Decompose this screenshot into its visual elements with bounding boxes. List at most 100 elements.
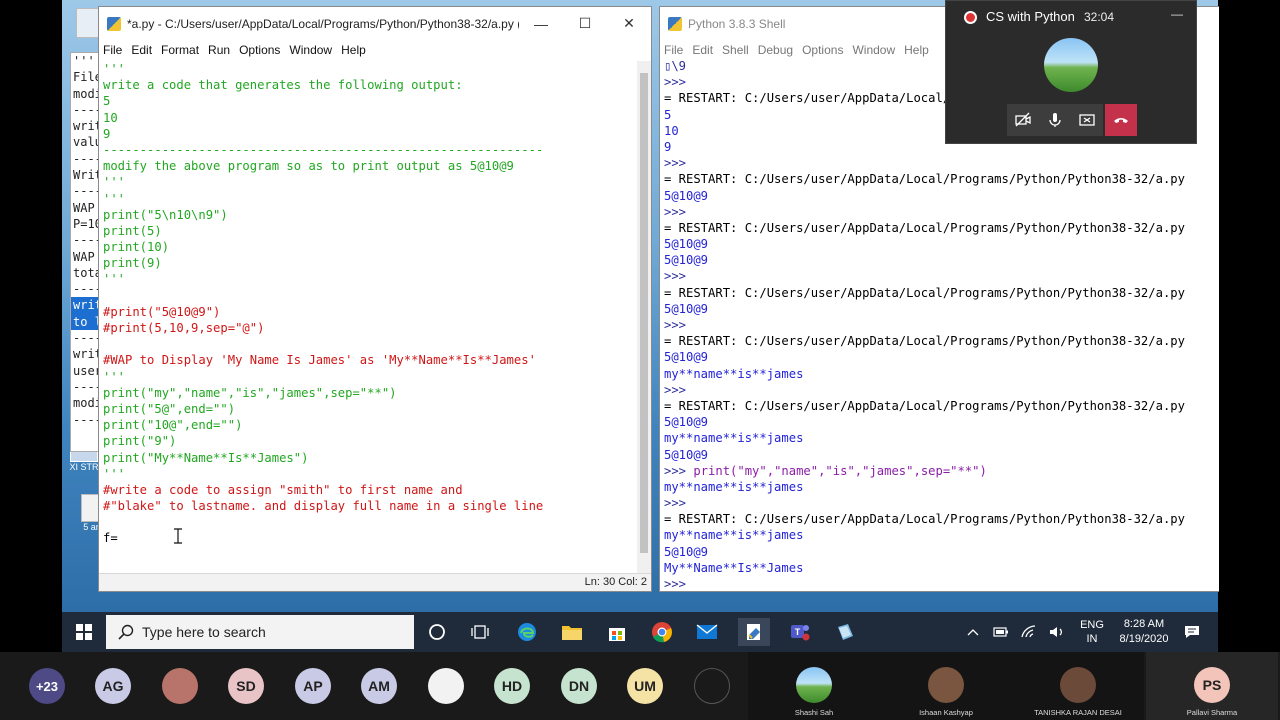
participant-avatar[interactable]: DN <box>561 668 597 704</box>
background-editor-line: WAP <box>73 249 102 264</box>
svg-text:T: T <box>795 627 801 637</box>
participant-video-tile[interactable]: TANISHKA RAJAN DESAI <box>1012 652 1144 720</box>
text-cursor-icon <box>173 528 183 544</box>
participant-photo[interactable] <box>162 668 198 704</box>
participant-video-tile[interactable]: Ishaan Kashyap <box>880 652 1012 720</box>
editor-code-line: f= <box>103 531 118 546</box>
language-indicator[interactable]: ENG IN <box>1075 612 1109 652</box>
mail-icon <box>696 624 718 639</box>
participant-video-tile[interactable]: PS Pallavi Sharma <box>1146 652 1278 720</box>
cortana-icon <box>429 624 445 640</box>
participant-avatar[interactable]: AG <box>95 668 131 704</box>
menu-help[interactable]: Help <box>341 43 366 57</box>
shell-output-line: = RESTART: C:/Users/user/AppData/Local/P… <box>664 220 1185 235</box>
hang-up-button[interactable] <box>1105 104 1137 136</box>
menu-edit[interactable]: Edit <box>131 43 152 57</box>
editor-window[interactable]: *a.py - C:/Users/user/AppData/Local/Prog… <box>98 6 652 592</box>
background-editor-line: valu <box>73 135 102 150</box>
shell-output-line: 5@10@9 <box>664 253 709 268</box>
meeting-title: CS with Python <box>986 9 1075 24</box>
volume-button[interactable] <box>1046 612 1068 652</box>
start-button[interactable] <box>62 612 106 652</box>
editor-title: *a.py - C:/Users/user/AppData/Local/Prog… <box>127 16 519 31</box>
menu-file[interactable]: File <box>103 43 122 57</box>
edge-button[interactable] <box>513 618 541 646</box>
background-editor-line: ---- <box>73 151 102 166</box>
menu-help[interactable]: Help <box>904 43 929 57</box>
menu-run[interactable]: Run <box>208 43 230 57</box>
participant-photo[interactable] <box>694 668 730 704</box>
taskbar-search-box[interactable]: Type here to search <box>106 615 414 649</box>
menu-debug[interactable]: Debug <box>758 43 793 57</box>
minimize-button[interactable]: — <box>519 7 563 40</box>
python-file-icon <box>107 16 121 31</box>
maximize-button[interactable]: ☐ <box>563 7 607 40</box>
background-editor-line: writ <box>73 119 102 134</box>
editor-scrollbar[interactable] <box>637 61 651 575</box>
participant-avatar[interactable]: HD <box>494 668 530 704</box>
participant-avatar[interactable]: SD <box>228 668 264 704</box>
share-screen-button[interactable] <box>1071 104 1103 136</box>
action-center-button[interactable] <box>1178 612 1206 652</box>
shell-output-line: 5@10@9 <box>664 350 709 365</box>
clock-time: 8:28 AM <box>1123 618 1165 630</box>
store-button[interactable] <box>603 618 631 646</box>
participant-avatar[interactable]: AM <box>361 668 397 704</box>
participants-overflow[interactable]: +23 <box>29 668 65 704</box>
microphone-button[interactable] <box>1039 104 1071 136</box>
editor-code-line: 5 <box>103 94 111 109</box>
menu-options[interactable]: Options <box>802 43 843 57</box>
editor-code-line <box>103 336 543 352</box>
screen: XI STR 5 an ''' File modi ---- writ valu ---- W… <box>0 0 1280 720</box>
clock[interactable]: 8:28 AM 8/19/2020 <box>1113 612 1175 652</box>
background-editor-line: ---- <box>73 102 102 117</box>
editor-code-line: 10 <box>103 110 118 125</box>
python-shell-icon <box>668 16 682 31</box>
participant-avatar[interactable]: AP <box>295 668 331 704</box>
editor-code-line: print("10@",end="") <box>103 418 243 433</box>
camera-off-button[interactable] <box>1007 104 1039 136</box>
participant-initials: DN <box>568 678 590 694</box>
scrollbar-thumb[interactable] <box>640 73 648 553</box>
idle-taskbar-button[interactable] <box>738 618 770 646</box>
editor-code-area[interactable]: ''' write a code that generates the follo… <box>103 61 543 547</box>
cortana-button[interactable] <box>423 618 451 646</box>
menu-shell[interactable]: Shell <box>722 43 749 57</box>
shell-prompt: >>> <box>664 463 694 478</box>
minimize-icon[interactable]: — <box>1171 7 1183 21</box>
python-shell-taskbar-button[interactable] <box>829 618 861 646</box>
battery-button[interactable] <box>990 612 1012 652</box>
participant-avatar: PS <box>1194 667 1230 703</box>
participant-avatar[interactable]: UM <box>627 668 663 704</box>
task-view-button[interactable] <box>466 618 494 646</box>
menu-edit[interactable]: Edit <box>692 43 713 57</box>
wifi-button[interactable] <box>1018 612 1040 652</box>
editor-code-line: ''' <box>103 175 126 190</box>
teams-button[interactable]: T <box>784 618 816 646</box>
hang-up-icon <box>1114 118 1128 123</box>
editor-titlebar[interactable]: *a.py - C:/Users/user/AppData/Local/Prog… <box>99 7 651 40</box>
menu-window[interactable]: Window <box>289 43 332 57</box>
participant-video-tile[interactable]: Shashi Sah <box>748 652 880 720</box>
participant-photo <box>796 667 832 703</box>
file-explorer-button[interactable] <box>558 618 586 646</box>
participant-photo[interactable] <box>428 668 464 704</box>
menu-file[interactable]: File <box>664 43 683 57</box>
menu-window[interactable]: Window <box>852 43 895 57</box>
participant-photo <box>1060 667 1096 703</box>
shell-output-line: >>> <box>664 382 687 397</box>
chrome-button[interactable] <box>648 618 676 646</box>
menu-options[interactable]: Options <box>239 43 280 57</box>
menu-format[interactable]: Format <box>161 43 199 57</box>
background-editor-line: modi <box>73 86 102 101</box>
show-hidden-icons-button[interactable] <box>962 612 984 652</box>
editor-menubar: File Edit Format Run Options Window Help <box>99 40 651 60</box>
left-letterbox <box>0 0 62 612</box>
shell-output-line: = RESTART: C:/Users/user/AppData/Local/P… <box>664 172 1185 187</box>
mail-button[interactable] <box>693 618 721 646</box>
meeting-call-panel[interactable]: CS with Python 32:04 — <box>945 0 1197 144</box>
stop-share-icon <box>1079 114 1095 126</box>
editor-code-line: ''' <box>103 191 126 206</box>
close-button[interactable]: ✕ <box>607 7 651 40</box>
editor-code-line: ----------------------------------------… <box>103 142 544 157</box>
